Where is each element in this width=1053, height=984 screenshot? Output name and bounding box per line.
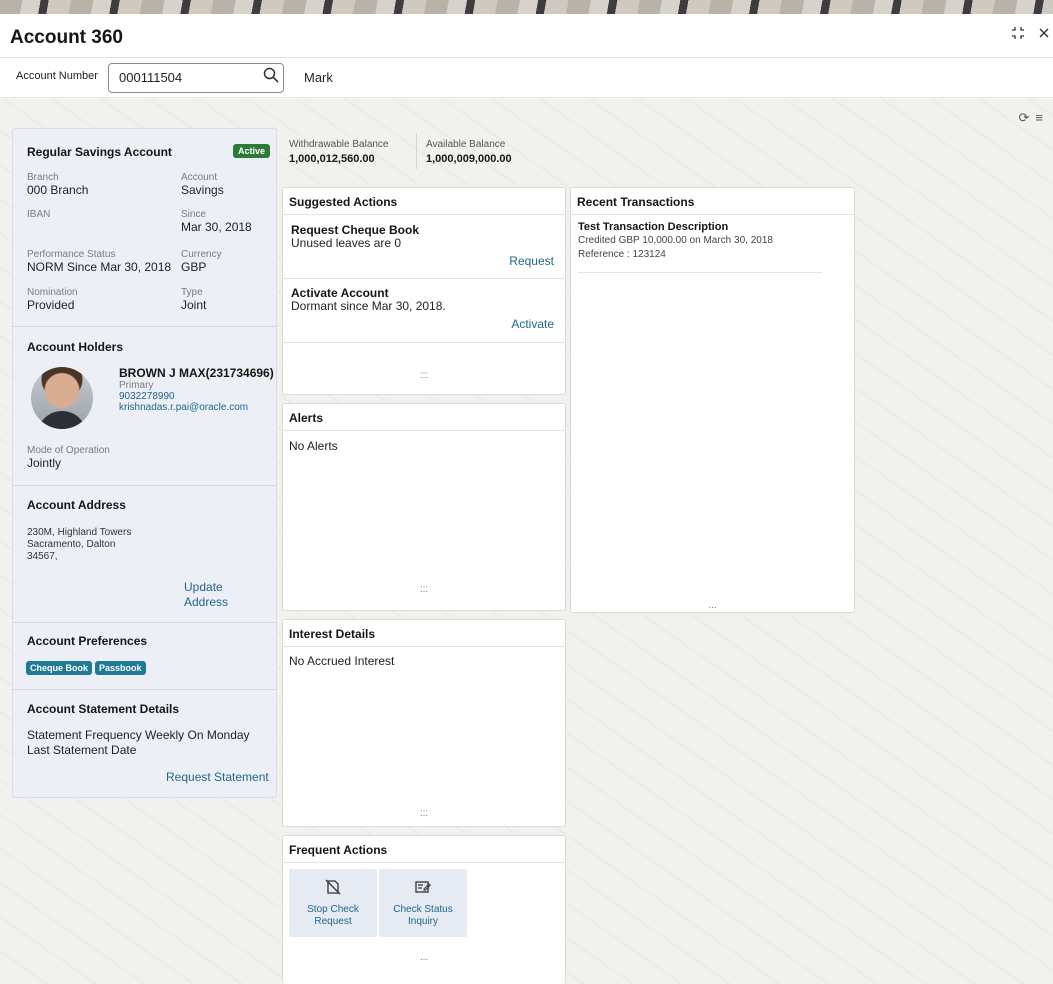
more-icon[interactable]: ...	[571, 600, 854, 611]
customer-name: Mark	[304, 70, 333, 85]
account-number-input[interactable]: 000111504	[108, 63, 284, 93]
request-statement-link[interactable]: Request Statement	[166, 770, 269, 784]
request-cheque-book-button[interactable]: Request	[509, 254, 554, 268]
account-type-title: Regular Savings Account	[27, 145, 172, 159]
drag-handle-icon[interactable]: :::	[283, 584, 565, 595]
interest-empty-text: No Accrued Interest	[289, 654, 395, 668]
stop-check-icon	[325, 879, 341, 895]
account-statement-section: Account Statement Details Statement Freq…	[13, 690, 276, 798]
account-summary-panel: Regular Savings Account Active Branch 00…	[12, 128, 277, 798]
cheque-book-badge: Cheque Book	[26, 661, 93, 675]
holder-email[interactable]: krishnadas.r.pai@oracle.com	[119, 402, 248, 413]
frequent-actions-title: Frequent Actions	[283, 836, 565, 863]
statement-frequency: Statement Frequency Weekly On Monday	[27, 728, 250, 742]
alerts-title: Alerts	[283, 404, 565, 431]
alerts-empty-text: No Alerts	[289, 439, 338, 453]
drag-handle-icon[interactable]: :::	[283, 808, 565, 819]
account-holders-title: Account Holders	[27, 340, 124, 354]
nomination-field: Nomination Provided	[27, 287, 78, 312]
collapse-icon[interactable]	[1011, 26, 1025, 45]
interest-details-card: Interest Details No Accrued Interest :::	[282, 619, 566, 827]
account-info-section: Regular Savings Account Active Branch 00…	[13, 129, 276, 327]
check-status-icon	[415, 881, 431, 893]
close-icon[interactable]	[1039, 26, 1049, 45]
drag-handle-icon[interactable]: :::	[283, 370, 565, 381]
transaction-item[interactable]: Test Transaction Description Credited GB…	[578, 221, 822, 273]
last-statement-date: Last Statement Date	[27, 743, 137, 757]
page-title: Account 360	[10, 27, 123, 48]
account-preferences-section: Account Preferences Cheque Book Passbook	[13, 623, 276, 690]
interest-details-title: Interest Details	[283, 620, 565, 647]
withdrawable-balance: Withdrawable Balance 1,000,012,560.00	[289, 139, 389, 165]
recent-transactions-title: Recent Transactions	[571, 188, 854, 215]
branch-field: Branch 000 Branch	[27, 172, 89, 197]
iban-field: IBAN	[27, 209, 51, 220]
account-statement-title: Account Statement Details	[27, 702, 180, 716]
search-icon[interactable]	[263, 67, 279, 83]
address-text: 230M, Highland Towers Sacramento, Dalton…	[27, 527, 132, 562]
refresh-and-menu: ⟳≡	[1019, 110, 1050, 126]
frequent-actions-card: Frequent Actions Stop Check Request Chec…	[282, 835, 566, 984]
holder-name: BROWN J MAX(231734696)	[119, 366, 274, 380]
check-status-inquiry-button[interactable]: Check Status Inquiry	[379, 869, 467, 937]
avatar	[31, 367, 93, 429]
currency-field: Currency GBP	[181, 249, 222, 274]
refresh-icon[interactable]: ⟳	[1019, 110, 1036, 125]
page-header: Account 360	[0, 14, 1053, 58]
balance-divider	[416, 133, 417, 169]
more-icon[interactable]: ...	[283, 952, 565, 963]
suggested-action-item: Request Cheque Book Unused leaves are 0 …	[283, 215, 565, 279]
holder-phone[interactable]: 9032278990	[119, 391, 175, 402]
suggested-action-item: Activate Account Dormant since Mar 30, 2…	[283, 279, 565, 343]
performance-status-field: Performance Status NORM Since Mar 30, 20…	[27, 249, 172, 274]
recent-transactions-card: Recent Transactions Test Transaction Des…	[570, 187, 855, 613]
stop-check-request-button[interactable]: Stop Check Request	[289, 869, 377, 937]
account-field: Account Savings	[181, 172, 224, 197]
alerts-card: Alerts No Alerts :::	[282, 403, 566, 611]
update-address-link[interactable]: Update Address	[184, 580, 228, 610]
type-field: Type Joint	[181, 287, 207, 312]
account-address-title: Account Address	[27, 498, 126, 512]
account-search-bar: Account Number 000111504 Mark	[0, 58, 1053, 98]
account-address-section: Account Address 230M, Highland Towers Sa…	[13, 486, 276, 623]
suggested-actions-card: Suggested Actions Request Cheque Book Un…	[282, 187, 566, 395]
account-holders-section: Account Holders BROWN J MAX(231734696) P…	[13, 327, 276, 486]
activate-account-button[interactable]: Activate	[511, 317, 554, 331]
preference-badges: Cheque Book Passbook	[26, 658, 149, 676]
suggested-actions-title: Suggested Actions	[283, 188, 565, 215]
holder-role: Primary	[119, 380, 154, 391]
status-badge: Active	[233, 144, 271, 158]
account-preferences-title: Account Preferences	[27, 634, 148, 648]
account-number-label: Account Number	[16, 70, 98, 82]
menu-icon[interactable]: ≡	[1035, 110, 1049, 125]
header-banner-strip	[0, 0, 1053, 14]
available-balance: Available Balance 1,000,009,000.00	[426, 139, 512, 165]
passbook-badge: Passbook	[95, 661, 146, 675]
since-field: Since Mar 30, 2018	[181, 209, 252, 234]
mode-of-operation-field: Mode of Operation Jointly	[27, 445, 110, 470]
